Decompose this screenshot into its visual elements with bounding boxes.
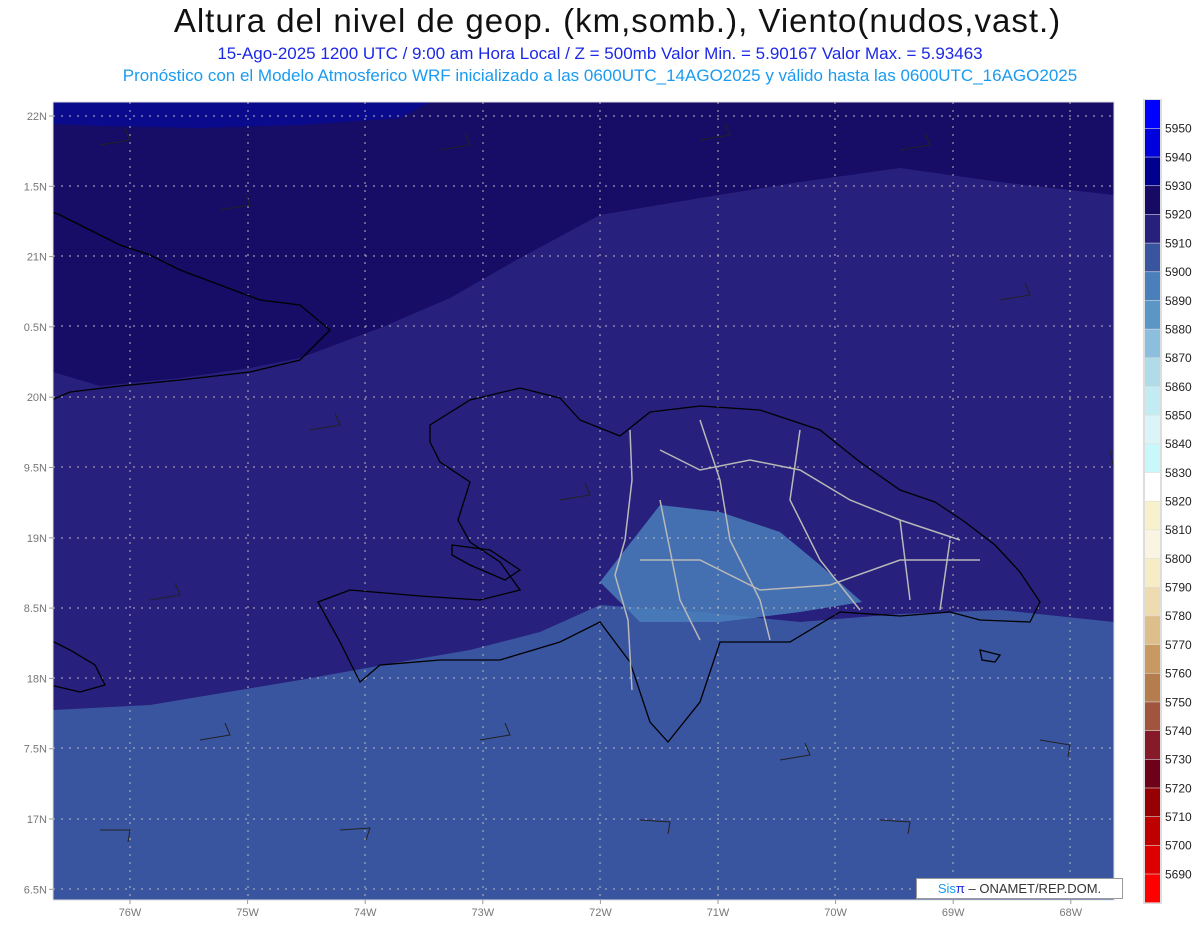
- colorbar-swatch: [1145, 358, 1160, 387]
- colorbar-label: 5720: [1165, 781, 1192, 795]
- colorbar-label: 5930: [1165, 179, 1192, 193]
- colorbar-swatch: [1145, 100, 1160, 129]
- colorbar-swatch: [1145, 530, 1160, 559]
- map-title: Altura del nivel de geop. (km,somb.), Vi…: [173, 2, 1062, 39]
- lat-label: 17N: [27, 814, 47, 826]
- lat-label: 19N: [27, 533, 47, 545]
- lon-label: 72W: [589, 907, 612, 919]
- colorbar-label: 5820: [1165, 495, 1192, 509]
- credit-sis: Sis: [937, 881, 956, 896]
- colorbar-swatch: [1145, 272, 1160, 301]
- longitude-labels: 76W 75W 74W 73W 72W 71W 70W 69W 68W: [119, 900, 1083, 919]
- lat-label: 9.5N: [24, 463, 47, 475]
- credit-box: Sisπ – ONAMET/REP.DOM.: [916, 878, 1123, 899]
- colorbar-swatch: [1145, 157, 1160, 186]
- colorbar-swatch: [1145, 386, 1160, 415]
- colorbar-label: 5850: [1165, 408, 1192, 422]
- colorbar-label: 5840: [1165, 437, 1192, 451]
- lat-label: 1.5N: [24, 181, 47, 193]
- credit-pi: π: [955, 881, 965, 896]
- colorbar-label: 5760: [1165, 667, 1192, 681]
- colorbar-label: 5780: [1165, 609, 1192, 623]
- colorbar-label: 5910: [1165, 236, 1192, 250]
- lat-label: 21N: [27, 252, 47, 264]
- colorbar-label: 5880: [1165, 322, 1192, 336]
- lat-label: 18N: [27, 673, 47, 685]
- colorbar-label: 5810: [1165, 523, 1192, 537]
- model-info-line: Pronóstico con el Modelo Atmosferico WRF…: [122, 66, 1078, 85]
- colorbar-swatch: [1145, 501, 1160, 530]
- colorbar-label: 5870: [1165, 351, 1192, 365]
- lat-label: 20N: [27, 392, 47, 404]
- colorbar-label: 5710: [1165, 810, 1192, 824]
- colorbar-swatch: [1145, 845, 1160, 874]
- map-figure: 22N 1.5N 21N 0.5N 20N 9.5N 19N 8.5N 18N 7.5N 17N 6.…: [24, 99, 1192, 919]
- lon-label: 75W: [236, 907, 259, 919]
- colorbar-label: 5740: [1165, 724, 1192, 738]
- colorbar-swatch: [1145, 587, 1160, 616]
- colorbar-swatch: [1145, 788, 1160, 817]
- colorbar-swatch: [1145, 243, 1160, 272]
- colorbar-swatch: [1145, 186, 1160, 215]
- colorbar-swatch: [1145, 444, 1160, 473]
- latitude-labels: 22N 1.5N 21N 0.5N 20N 9.5N 19N 8.5N 18N 7.5N 17N 6.…: [24, 111, 53, 896]
- colorbar-swatch: [1145, 472, 1160, 501]
- colorbar: 5950 5940 5930 5920 5910 5900 5890 5880 5870 5860…: [1143, 99, 1192, 904]
- colorbar-label: 5920: [1165, 208, 1192, 222]
- forecast-time-line: 15-Ago-2025 1200 UTC / 9:00 am Hora Loca…: [217, 44, 983, 63]
- credit-text: – ONAMET/REP.DOM.: [964, 881, 1102, 896]
- colorbar-swatch: [1145, 673, 1160, 702]
- colorbar-label: 5940: [1165, 150, 1192, 164]
- colorbar-swatch: [1145, 214, 1160, 243]
- lat-label: 8.5N: [24, 603, 47, 615]
- colorbar-label: 5690: [1165, 867, 1192, 881]
- colorbar-label: 5730: [1165, 753, 1192, 767]
- colorbar-swatch: [1145, 300, 1160, 329]
- colorbar-swatch: [1145, 702, 1160, 731]
- colorbar-label: 5800: [1165, 552, 1192, 566]
- colorbar-swatch: [1145, 874, 1160, 903]
- lon-label: 69W: [942, 907, 965, 919]
- colorbar-label: 5890: [1165, 294, 1192, 308]
- lat-label: 7.5N: [24, 744, 47, 756]
- lat-label: 22N: [27, 111, 47, 123]
- colorbar-label: 5700: [1165, 839, 1192, 853]
- colorbar-swatch: [1145, 128, 1160, 157]
- lat-label: 0.5N: [24, 322, 47, 334]
- colorbar-label: 5900: [1165, 265, 1192, 279]
- colorbar-swatch: [1145, 415, 1160, 444]
- colorbar-label: 5750: [1165, 695, 1192, 709]
- colorbar-swatch: [1145, 730, 1160, 760]
- lon-label: 76W: [119, 907, 142, 919]
- colorbar-label: 5860: [1165, 380, 1192, 394]
- colorbar-swatch: [1145, 616, 1160, 645]
- colorbar-label: 5830: [1165, 466, 1192, 480]
- colorbar-label: 5950: [1165, 122, 1192, 136]
- lon-label: 73W: [471, 907, 494, 919]
- map-area: [53, 102, 1114, 900]
- colorbar-swatch: [1145, 329, 1160, 358]
- lat-label: 6.5N: [24, 884, 47, 896]
- lon-label: 70W: [824, 907, 847, 919]
- colorbar-label: 5790: [1165, 581, 1192, 595]
- lon-label: 71W: [707, 907, 730, 919]
- lon-label: 68W: [1059, 907, 1082, 919]
- colorbar-swatch: [1145, 759, 1160, 788]
- lon-label: 74W: [354, 907, 377, 919]
- colorbar-swatch: [1145, 644, 1160, 673]
- colorbar-swatch: [1145, 558, 1160, 587]
- colorbar-label: 5770: [1165, 638, 1192, 652]
- colorbar-swatch: [1145, 816, 1160, 846]
